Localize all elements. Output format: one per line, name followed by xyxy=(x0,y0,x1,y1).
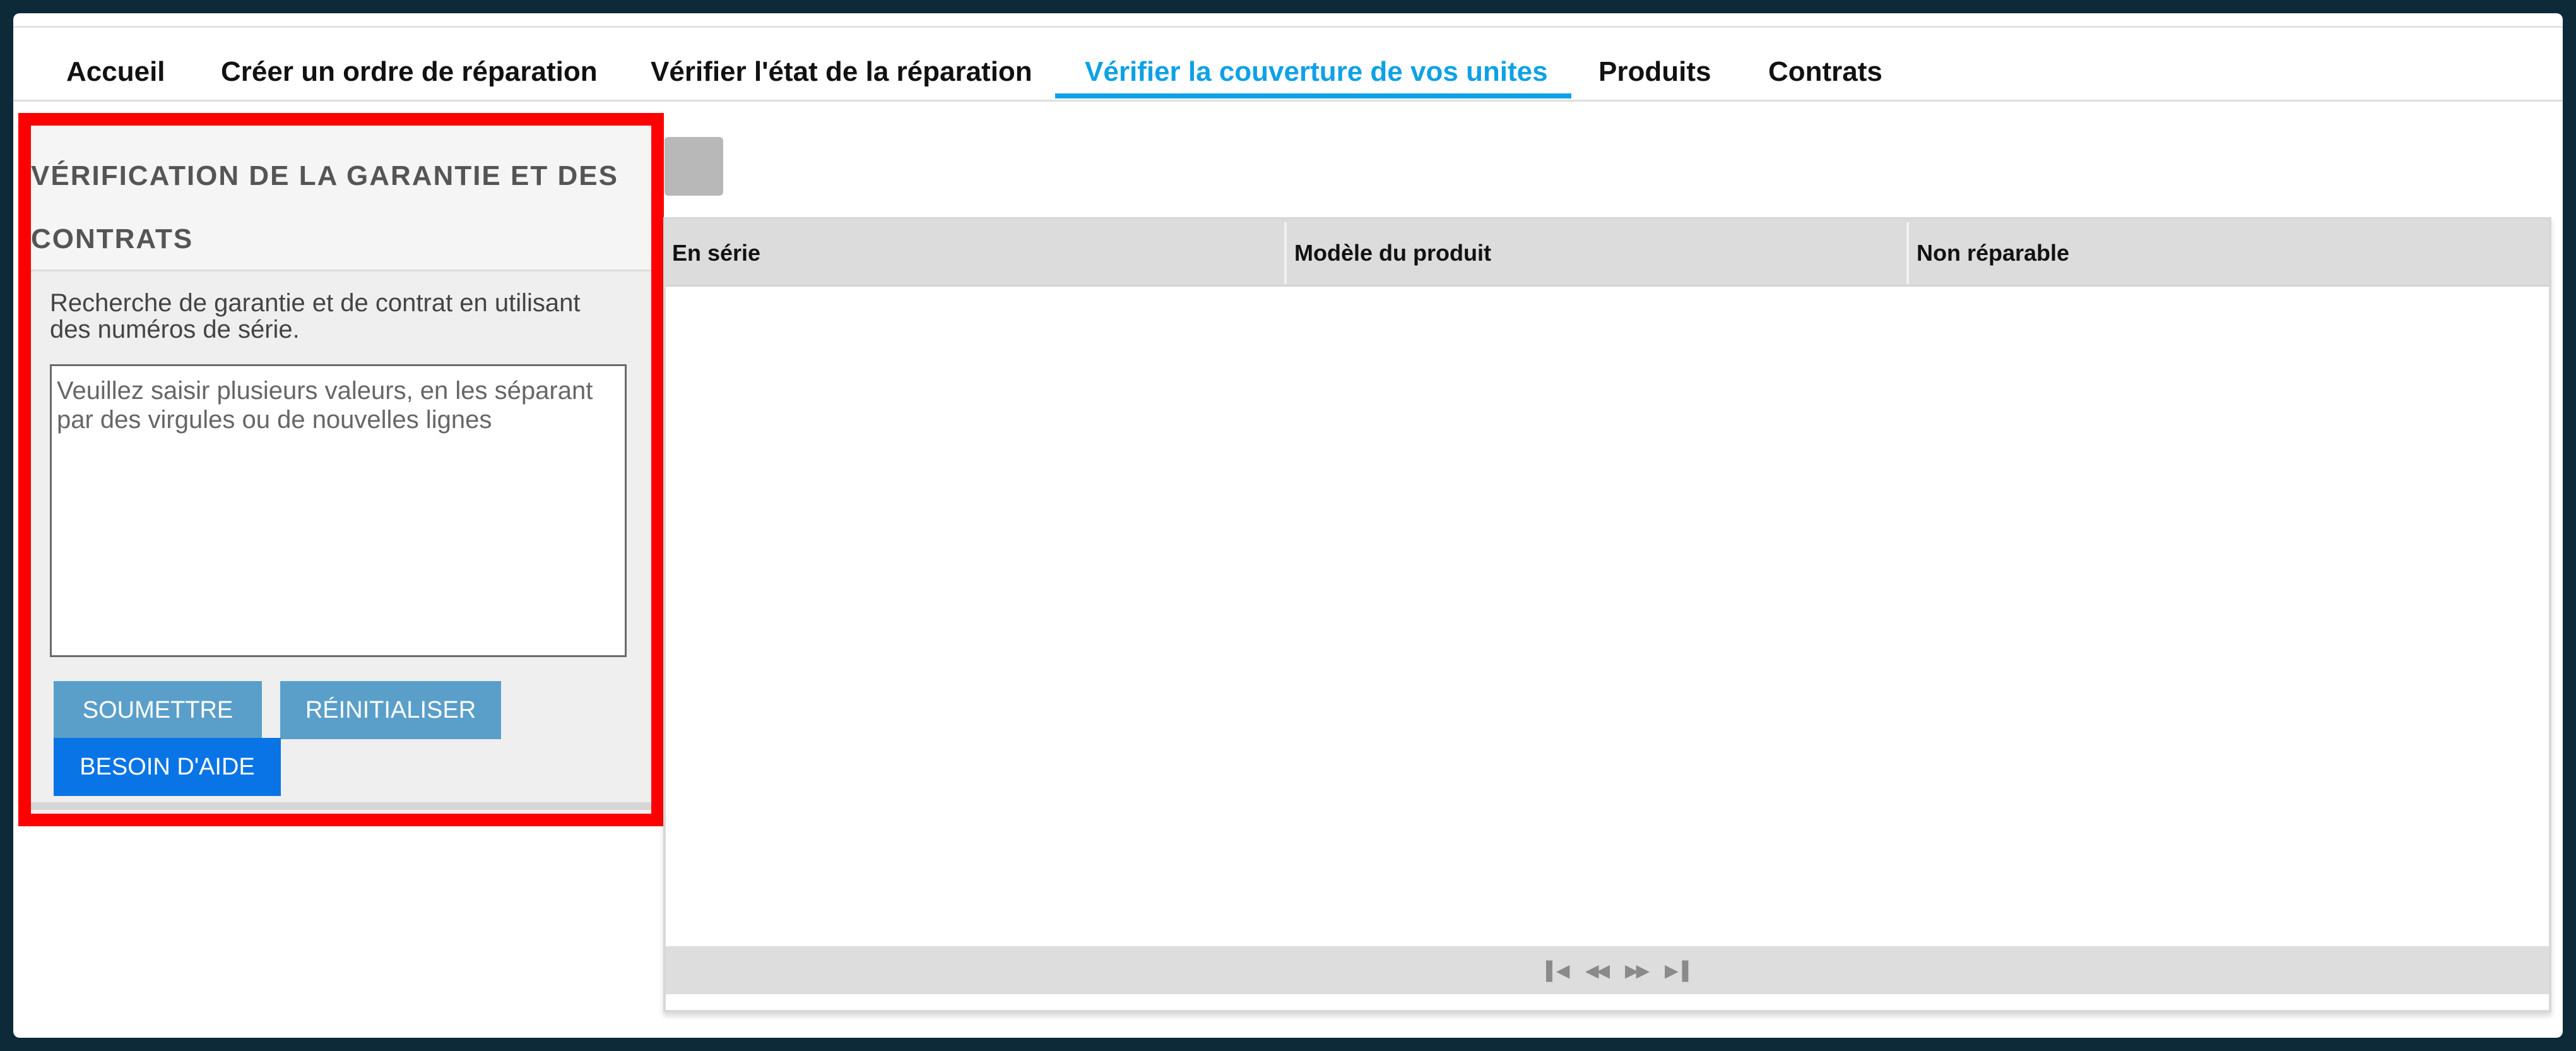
column-separator xyxy=(1284,222,1287,284)
active-tab-indicator xyxy=(1055,93,1571,98)
nav-item-contrats[interactable]: Contrats xyxy=(1768,56,1882,88)
panel-description: Recherche de garantie et de contrat en u… xyxy=(50,289,581,343)
first-page-icon[interactable]: ▌◀ xyxy=(1546,960,1569,981)
grid-header: En série Modèle du produit Non réparable xyxy=(666,220,2549,287)
grid-pager: ▌◀ ◀◀ ▶▶ ▶▐ xyxy=(666,946,2549,994)
serial-numbers-input[interactable] xyxy=(50,364,627,657)
column-header-non-reparable[interactable]: Non réparable xyxy=(1910,220,2541,287)
nav-item-accueil[interactable]: Accueil xyxy=(66,56,165,88)
top-nav: Accueil Créer un ordre de réparation Vér… xyxy=(13,26,2563,102)
toolbar-button[interactable] xyxy=(665,137,723,196)
panel-footer xyxy=(31,802,651,810)
nav-item-produits[interactable]: Produits xyxy=(1598,56,1711,88)
submit-button[interactable]: SOUMETTRE xyxy=(54,681,262,739)
column-separator xyxy=(1906,222,1909,284)
warranty-search-panel: VÉRIFICATION DE LA GARANTIE ET DES CONTR… xyxy=(31,126,651,814)
help-button[interactable]: BESOIN D'AIDE xyxy=(54,738,281,796)
app-window: Accueil Créer un ordre de réparation Vér… xyxy=(13,13,2563,1038)
panel-header: VÉRIFICATION DE LA GARANTIE ET DES CONTR… xyxy=(31,126,651,271)
results-grid: En série Modèle du produit Non réparable… xyxy=(663,217,2551,1012)
reset-button[interactable]: RÉINITIALISER xyxy=(280,681,501,739)
column-header-en-serie[interactable]: En série xyxy=(666,220,1284,287)
next-page-icon[interactable]: ▶▶ xyxy=(1625,960,1650,981)
panel-title: VÉRIFICATION DE LA GARANTIE ET DES CONTR… xyxy=(31,160,618,254)
nav-item-creer-ordre[interactable]: Créer un ordre de réparation xyxy=(221,56,598,88)
prev-page-icon[interactable]: ◀◀ xyxy=(1585,960,1610,981)
last-page-icon[interactable]: ▶▐ xyxy=(1665,960,1688,981)
nav-item-verifier-etat[interactable]: Vérifier l'état de la réparation xyxy=(651,56,1032,88)
column-header-modele[interactable]: Modèle du produit xyxy=(1288,220,1906,287)
nav-item-verifier-couverture[interactable]: Vérifier la couverture de vos unites xyxy=(1085,56,1548,88)
